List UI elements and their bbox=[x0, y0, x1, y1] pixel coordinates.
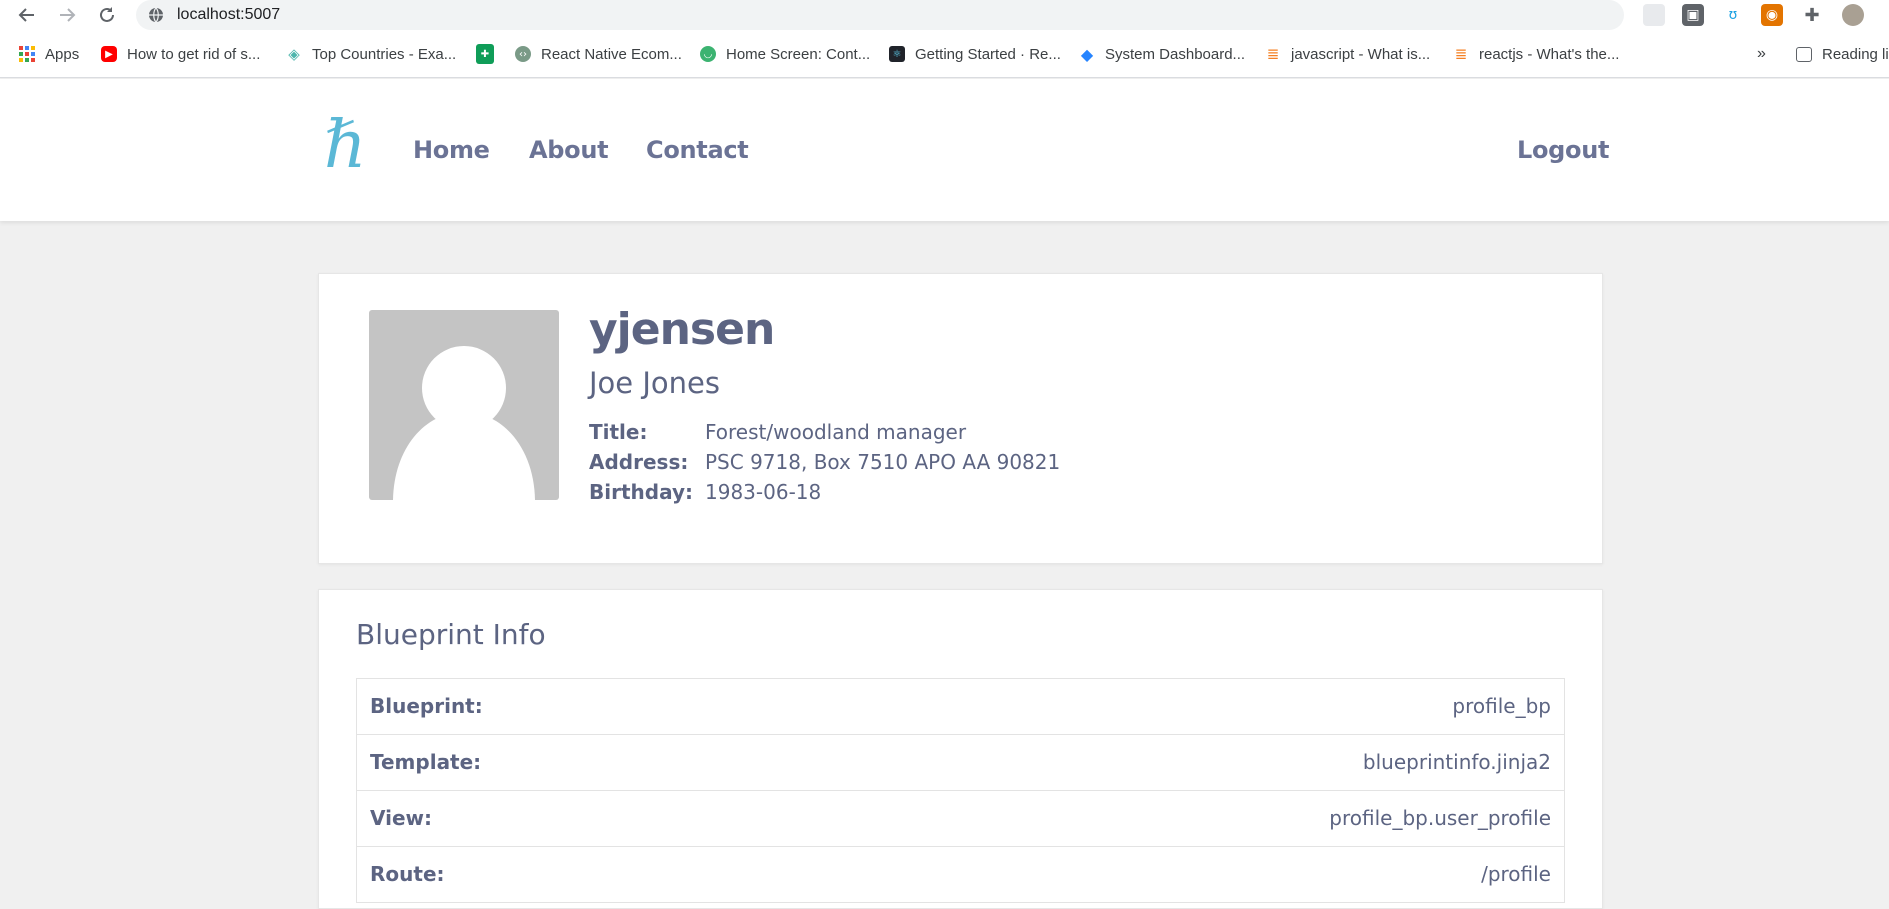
extensions-puzzle-icon[interactable]: ✚ bbox=[1801, 4, 1823, 26]
code-hex-icon: ‹› bbox=[515, 46, 531, 62]
row-key: Template: bbox=[370, 750, 482, 774]
row-key: Route: bbox=[370, 862, 445, 886]
profile-card: yjensen Joe Jones Title: Forest/woodland… bbox=[318, 273, 1603, 564]
birthday-label: Birthday: bbox=[589, 480, 693, 504]
apps-grid-icon bbox=[19, 46, 35, 62]
bookmark-getting-started[interactable]: ⚛ Getting Started · Re... bbox=[889, 42, 1061, 66]
nav-contact-link[interactable]: Contact bbox=[646, 136, 749, 164]
reading-list-label: Reading li bbox=[1822, 45, 1889, 63]
bookmark-react-native[interactable]: ‹› React Native Ecom... bbox=[515, 42, 682, 66]
bookmark-label: System Dashboard... bbox=[1105, 45, 1246, 63]
layers-icon: ◈ bbox=[288, 45, 300, 63]
reload-icon[interactable] bbox=[95, 3, 119, 27]
reading-list-button[interactable]: Reading li bbox=[1796, 42, 1889, 66]
row-key: View: bbox=[370, 806, 433, 830]
section-title: Blueprint Info bbox=[356, 618, 546, 651]
logo-glyph: ℏ bbox=[324, 109, 367, 179]
logout-link[interactable]: Logout bbox=[1517, 136, 1610, 164]
address-bar[interactable]: localhost:5007 bbox=[136, 0, 1624, 30]
blueprint-info-card: Blueprint Info Blueprint: profile_bp Tem… bbox=[318, 589, 1603, 909]
url-text: localhost:5007 bbox=[177, 6, 281, 23]
address-value: PSC 9718, Box 7510 APO AA 90821 bbox=[705, 450, 1061, 474]
bookmark-top-countries[interactable]: ◈ Top Countries - Exa... bbox=[286, 42, 456, 66]
reading-list-icon bbox=[1796, 46, 1812, 62]
youtube-icon: ▶ bbox=[101, 46, 117, 62]
bookmark-home-screen[interactable]: ◡ Home Screen: Cont... bbox=[700, 42, 870, 66]
bookmark-label: Apps bbox=[45, 45, 80, 63]
bookmarks-bar: Apps ▶ How to get rid of s... ◈ Top Coun… bbox=[0, 30, 1889, 78]
extension-3-icon[interactable]: ʊ bbox=[1722, 4, 1744, 26]
smile-icon: ◡ bbox=[700, 46, 716, 62]
row-value: profile_bp.user_profile bbox=[1329, 806, 1551, 830]
bookmark-label: reactjs - What's the... bbox=[1479, 45, 1620, 63]
stackoverflow-icon: ≣ bbox=[1266, 45, 1280, 63]
site-info-icon[interactable] bbox=[148, 7, 164, 23]
logo-icon[interactable]: ℏ bbox=[322, 106, 370, 183]
row-value: profile_bp bbox=[1452, 694, 1551, 718]
bookmark-label: Home Screen: Cont... bbox=[726, 45, 871, 63]
forward-icon[interactable] bbox=[55, 3, 79, 27]
title-label: Title: bbox=[589, 420, 648, 444]
bookmark-label: How to get rid of s... bbox=[127, 45, 261, 63]
react-icon: ⚛ bbox=[889, 46, 905, 62]
extension-2-icon[interactable]: ▣ bbox=[1682, 4, 1704, 26]
bookmarks-overflow-button[interactable]: » bbox=[1757, 42, 1766, 66]
extension-4-icon[interactable]: ◉ bbox=[1761, 4, 1783, 26]
avatar bbox=[369, 310, 559, 500]
address-label: Address: bbox=[589, 450, 689, 474]
blueprint-info-table: Blueprint: profile_bp Template: blueprin… bbox=[356, 678, 1565, 903]
bookmark-label: React Native Ecom... bbox=[541, 45, 682, 63]
sheets-icon: ✚ bbox=[476, 44, 494, 64]
full-name: Joe Jones bbox=[589, 366, 720, 400]
bookmark-label: javascript - What is... bbox=[1291, 45, 1431, 63]
row-key: Blueprint: bbox=[370, 694, 483, 718]
profile-avatar-icon[interactable] bbox=[1842, 4, 1864, 26]
bookmark-reactjs[interactable]: ≣ reactjs - What's the... bbox=[1453, 42, 1620, 66]
bookmark-label: Top Countries - Exa... bbox=[312, 45, 457, 63]
row-value: blueprintinfo.jinja2 bbox=[1362, 750, 1551, 774]
site-header: ℏ Home About Contact Logout bbox=[0, 79, 1889, 221]
table-row: Blueprint: profile_bp bbox=[357, 679, 1564, 735]
bookmark-label: Getting Started · Re... bbox=[915, 45, 1061, 63]
table-row: Template: blueprintinfo.jinja2 bbox=[357, 735, 1564, 791]
bookmark-javascript[interactable]: ≣ javascript - What is... bbox=[1265, 42, 1431, 66]
title-value: Forest/woodland manager bbox=[705, 420, 967, 444]
bookmark-sheets[interactable]: ✚ bbox=[476, 42, 504, 66]
jira-icon: ◆ bbox=[1080, 44, 1094, 64]
table-row: View: profile_bp.user_profile bbox=[357, 791, 1564, 847]
user-silhouette-icon bbox=[393, 346, 535, 500]
row-value: /profile bbox=[1481, 862, 1551, 886]
birthday-value: 1983-06-18 bbox=[705, 480, 822, 504]
bookmark-youtube[interactable]: ▶ How to get rid of s... bbox=[101, 42, 260, 66]
username: yjensen bbox=[589, 304, 775, 355]
back-icon[interactable] bbox=[15, 3, 39, 27]
stackoverflow-icon: ≣ bbox=[1454, 45, 1468, 63]
nav-home-link[interactable]: Home bbox=[413, 136, 490, 164]
nav-about-link[interactable]: About bbox=[529, 136, 609, 164]
extension-1-icon[interactable] bbox=[1643, 4, 1665, 26]
bookmark-system-dashboard[interactable]: ◆ System Dashboard... bbox=[1079, 42, 1245, 66]
bookmark-apps[interactable]: Apps bbox=[19, 42, 79, 66]
browser-toolbar: localhost:5007 ▣ ʊ ◉ ✚ bbox=[0, 0, 1889, 30]
